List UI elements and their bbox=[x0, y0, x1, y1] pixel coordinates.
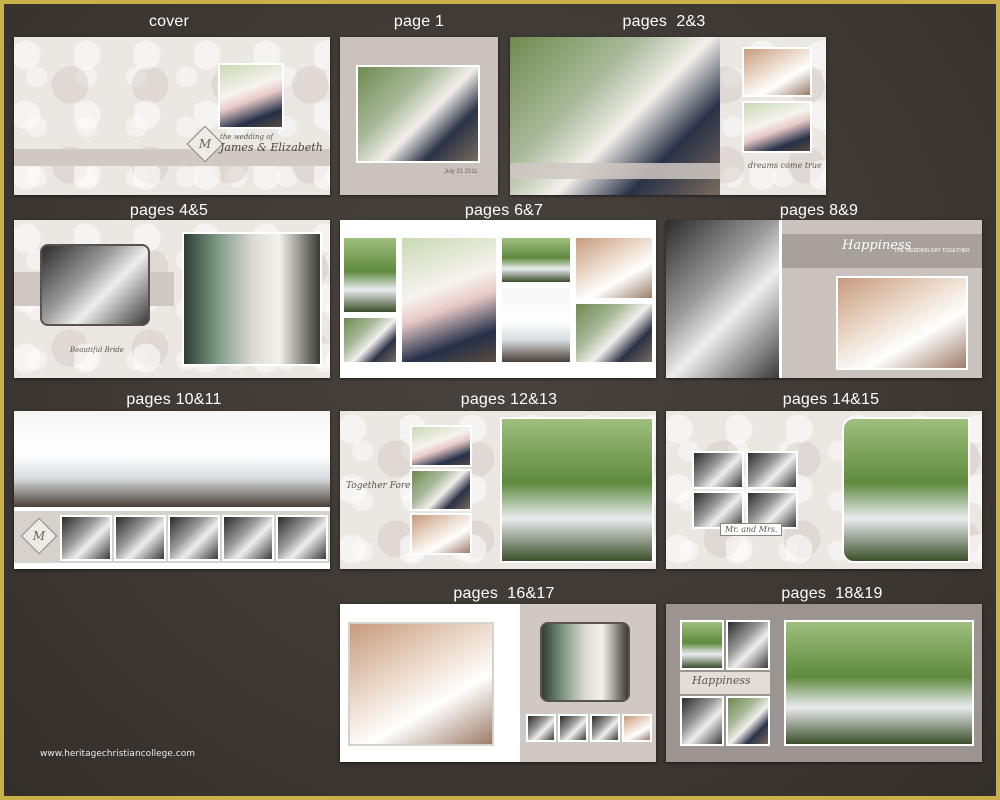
pages23-band bbox=[510, 163, 720, 179]
pages67-photo-5 bbox=[500, 286, 572, 364]
pages67-photo-6 bbox=[574, 236, 654, 300]
page1-spread[interactable]: July 21 2011 bbox=[340, 37, 498, 195]
pages23-photo-bottom bbox=[742, 101, 812, 153]
tile-label-pages45: pages 4&5 bbox=[129, 202, 209, 219]
pages1819-photo-3 bbox=[680, 696, 724, 746]
pages45-ornate-photo bbox=[40, 244, 150, 326]
pages45-caption: Beautiful Bride bbox=[70, 346, 124, 354]
tile-label-pages1213: pages 12&13 bbox=[460, 391, 558, 408]
pages1819-photo-main bbox=[784, 620, 974, 746]
tile-label-pages1415: pages 14&15 bbox=[782, 391, 880, 408]
tile-label-pages23: pages 2&3 bbox=[622, 13, 706, 30]
pages89-photo-bw bbox=[666, 220, 782, 378]
cover-photo bbox=[218, 63, 284, 129]
pages45-spread[interactable]: Beautiful Bride bbox=[14, 220, 330, 378]
pages1819-script: Happiness bbox=[692, 674, 751, 687]
pages67-spread[interactable] bbox=[340, 220, 656, 378]
watermark-text: www.heritagechristiancollege.com bbox=[40, 749, 195, 759]
cover-title-small: the wedding of bbox=[220, 133, 274, 141]
pages1213-spread[interactable]: Together Forever bbox=[340, 411, 656, 569]
pages67-photo-7 bbox=[574, 302, 654, 364]
pages1415-photo-2 bbox=[746, 451, 798, 489]
pages1617-thumb-2 bbox=[558, 714, 588, 742]
tile-label-pages1819: pages 18&19 bbox=[781, 585, 883, 602]
pages1617-thumb-3 bbox=[590, 714, 620, 742]
pages1011-photo-4 bbox=[222, 515, 274, 561]
tile-label-pages1617: pages 16&17 bbox=[453, 585, 555, 602]
tile-label-pages67: pages 6&7 bbox=[464, 202, 544, 219]
pages1617-photo-main bbox=[348, 622, 494, 746]
pages1617-ornate-photo bbox=[540, 622, 630, 702]
tile-label-pages1011: pages 10&11 bbox=[126, 391, 222, 408]
pages1415-script: Mr. and Mrs. bbox=[720, 523, 783, 536]
pages89-subtitle: THE WEDDING DAY TOGETHER bbox=[894, 248, 970, 254]
pages89-spread[interactable]: Happiness THE WEDDING DAY TOGETHER bbox=[666, 220, 982, 378]
pages1415-photo-1 bbox=[692, 451, 744, 489]
page1-date: July 21 2011 bbox=[444, 169, 478, 175]
pages1819-photo-2 bbox=[726, 620, 770, 670]
pages1011-photo-5 bbox=[276, 515, 328, 561]
pages1011-photo-1 bbox=[60, 515, 112, 561]
pages1819-photo-1 bbox=[680, 620, 724, 670]
pages1819-spread[interactable]: Happiness bbox=[666, 604, 982, 762]
pages1415-photo-main bbox=[842, 417, 970, 563]
pages1415-spread[interactable]: Mr. and Mrs. bbox=[666, 411, 982, 569]
pages67-photo-2 bbox=[342, 316, 398, 364]
pages1617-thumb-4 bbox=[622, 714, 652, 742]
pages1617-thumb-1 bbox=[526, 714, 556, 742]
pages1819-photo-4 bbox=[726, 696, 770, 746]
page1-photo bbox=[356, 65, 480, 163]
pages23-photo-top bbox=[742, 47, 812, 97]
pages1011-photo-3 bbox=[168, 515, 220, 561]
pages89-photo bbox=[836, 276, 968, 370]
pages67-photo-1 bbox=[342, 236, 398, 314]
pages1011-spread[interactable]: M bbox=[14, 411, 330, 569]
pages23-script: dreams come true bbox=[748, 161, 822, 170]
pages1213-photo-main bbox=[500, 417, 654, 563]
pages67-photo-3 bbox=[400, 236, 498, 364]
cover-title-names: James & Elizabeth bbox=[220, 141, 323, 154]
tile-label-cover: cover bbox=[148, 13, 190, 30]
tile-label-page1: page 1 bbox=[393, 13, 445, 30]
album-template-board: cover M the wedding of James & Elizabeth… bbox=[4, 4, 996, 796]
pages1213-photo-3 bbox=[410, 513, 472, 555]
pages1011-photo-2 bbox=[114, 515, 166, 561]
pages1213-photo-2 bbox=[410, 469, 472, 511]
pages23-spread[interactable]: dreams come true bbox=[510, 37, 826, 195]
pages1213-photo-1 bbox=[410, 425, 472, 467]
cover-spread[interactable]: M the wedding of James & Elizabeth bbox=[14, 37, 330, 195]
pages1011-photo-main bbox=[14, 411, 330, 507]
pages67-photo-4 bbox=[500, 236, 572, 284]
pages45-photo-window bbox=[182, 232, 322, 366]
pages1617-spread[interactable] bbox=[340, 604, 656, 762]
tile-label-pages89: pages 8&9 bbox=[779, 202, 859, 219]
